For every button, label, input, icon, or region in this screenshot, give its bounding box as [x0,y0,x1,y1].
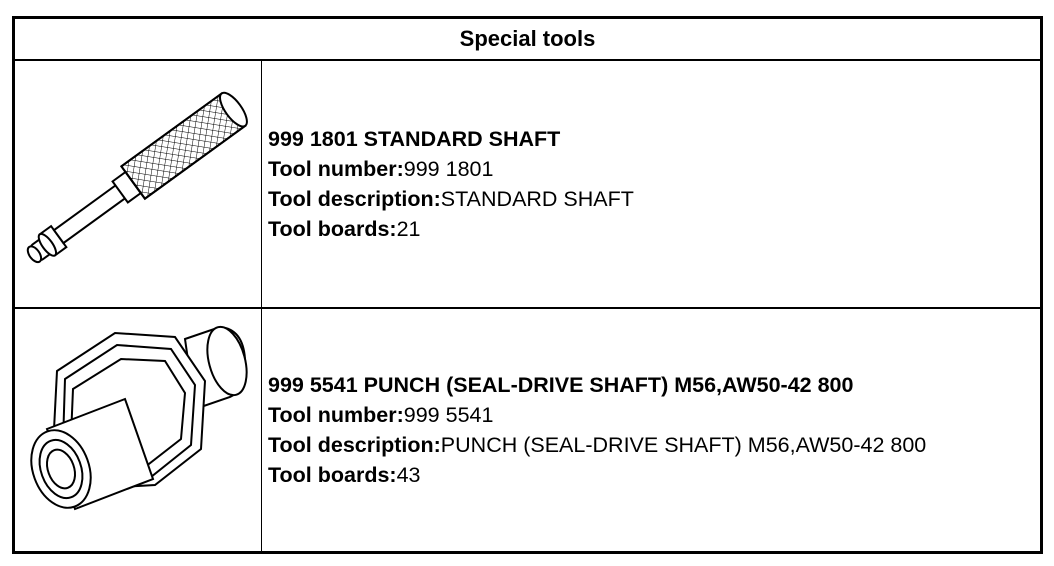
standard-shaft-illustration [26,91,248,264]
tool-description-line: Tool description:PUNCH (SEAL-DRIVE SHAFT… [268,430,1040,460]
tool-boards-line: Tool boards:21 [268,214,1040,244]
table-header: Special tools [15,19,1040,61]
tool-title: 999 5541 PUNCH (SEAL-DRIVE SHAFT) M56,AW… [268,373,854,397]
tool-number-line: Tool number:999 5541 [268,400,1040,430]
tool-boards-label: Tool boards: [268,217,397,241]
tool-number-line: Tool number:999 1801 [268,154,1040,184]
special-tools-table: Special tools 999 1801 STANDARD SHAFT To… [12,16,1043,554]
tool-image-cell [15,61,262,307]
tool-boards-line: Tool boards:43 [268,460,1040,490]
tool-image-cell [15,309,262,551]
tool-details: 999 1801 STANDARD SHAFT Tool number:999 … [262,61,1040,307]
tool-row: 999 5541 PUNCH (SEAL-DRIVE SHAFT) M56,AW… [15,309,1040,551]
tool-number-label: Tool number: [268,403,404,427]
tool-number-value: 999 5541 [403,403,494,427]
tool-details: 999 5541 PUNCH (SEAL-DRIVE SHAFT) M56,AW… [262,309,1040,551]
tool-description-label: Tool description: [268,187,441,211]
tool-description-label: Tool description: [268,433,441,457]
tool-title: 999 1801 STANDARD SHAFT [268,127,561,151]
tool-number-value: 999 1801 [403,157,494,181]
tool-number-label: Tool number: [268,157,404,181]
seal-drive-punch-illustration [30,325,248,511]
tool-boards-label: Tool boards: [268,463,397,487]
tool-description-line: Tool description:STANDARD SHAFT [268,184,1040,214]
tool-description-value: PUNCH (SEAL-DRIVE SHAFT) M56,AW50-42 800 [440,433,927,457]
tool-boards-value: 43 [396,463,421,487]
tool-row: 999 1801 STANDARD SHAFT Tool number:999 … [15,61,1040,309]
tool-boards-value: 21 [396,217,421,241]
table-title: Special tools [459,26,596,51]
tool-description-value: STANDARD SHAFT [440,187,634,211]
